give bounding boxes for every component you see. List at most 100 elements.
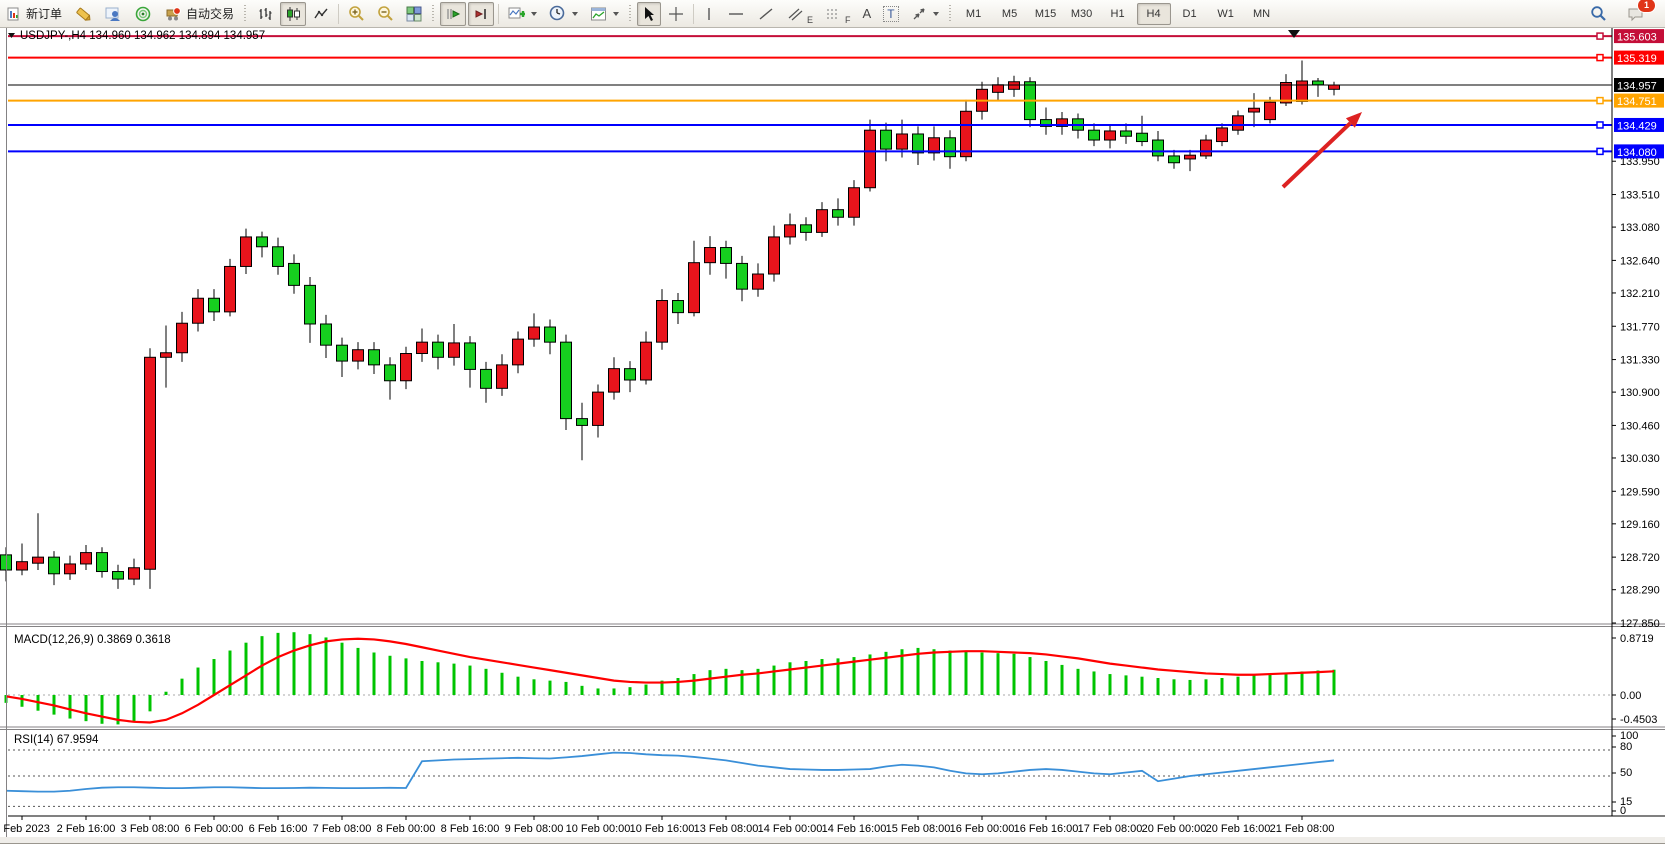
chart-title: USDJPY-,H4 134.960 134.962 134.894 134.9… bbox=[20, 30, 265, 42]
macd-pane[interactable] bbox=[8, 627, 1612, 727]
price-tick-label: 130.030 bbox=[1620, 453, 1660, 465]
candle-body bbox=[449, 343, 460, 357]
channel-button[interactable]: E bbox=[782, 2, 818, 26]
macd-axis[interactable]: 0.87190.00-0.4503 bbox=[1612, 633, 1657, 726]
price-tick-label: 127.850 bbox=[1620, 618, 1660, 630]
autotrading-button[interactable]: 自动交易 bbox=[159, 2, 239, 26]
arrows-button[interactable] bbox=[906, 2, 944, 26]
time-tick-label: 8 Feb 16:00 bbox=[441, 823, 500, 835]
timeframe-m15-button[interactable]: M15 bbox=[1029, 3, 1063, 25]
candle-body bbox=[1233, 116, 1244, 130]
search-icon bbox=[1590, 5, 1607, 22]
notifications-button[interactable]: 1 bbox=[1622, 2, 1650, 26]
tile-windows-icon bbox=[406, 6, 422, 22]
candle-body bbox=[209, 298, 220, 312]
trendline-icon bbox=[757, 6, 775, 22]
hline-anchor[interactable] bbox=[1597, 33, 1603, 39]
candle-body bbox=[257, 237, 268, 247]
candle-body bbox=[993, 85, 1004, 93]
cursor-button[interactable] bbox=[637, 2, 661, 26]
candle-body bbox=[657, 301, 668, 343]
candle-body bbox=[897, 134, 908, 149]
candle-body bbox=[913, 134, 924, 153]
candle-body bbox=[241, 237, 252, 267]
hline-anchor[interactable] bbox=[1597, 98, 1603, 104]
hline-anchor[interactable] bbox=[1597, 122, 1603, 128]
auto-scroll-button[interactable] bbox=[440, 2, 466, 26]
candle-body bbox=[1265, 102, 1276, 119]
candle-body bbox=[177, 323, 188, 353]
candle-body bbox=[1153, 140, 1164, 156]
chart-canvas[interactable]: USDJPY-,H4 134.960 134.962 134.894 134.9… bbox=[0, 27, 1665, 843]
templates-button[interactable] bbox=[585, 2, 624, 26]
price-tick-label: 132.640 bbox=[1620, 255, 1660, 267]
timeframe-d1-button[interactable]: D1 bbox=[1173, 3, 1207, 25]
time-tick-label: 13 Feb 08:00 bbox=[694, 823, 759, 835]
timeframe-h1-button[interactable]: H1 bbox=[1101, 3, 1135, 25]
candle-body bbox=[33, 557, 44, 563]
timeframe-h4-button[interactable]: H4 bbox=[1137, 3, 1171, 25]
period-icon bbox=[549, 5, 566, 22]
chart-bars-button[interactable] bbox=[252, 2, 278, 26]
timeframe-m1-button[interactable]: M1 bbox=[957, 3, 991, 25]
signals-button[interactable] bbox=[129, 2, 157, 26]
crosshair-icon bbox=[668, 6, 684, 22]
candle-body bbox=[433, 342, 444, 357]
time-tick-label: 17 Feb 08:00 bbox=[1078, 823, 1143, 835]
candle-body bbox=[337, 345, 348, 361]
zoom-in-button[interactable] bbox=[343, 2, 370, 26]
trendline-button[interactable] bbox=[752, 2, 780, 26]
channel-icon bbox=[787, 7, 803, 21]
period-button[interactable] bbox=[544, 2, 583, 26]
candle-body bbox=[129, 568, 140, 579]
rsi-pane[interactable] bbox=[8, 729, 1612, 816]
candle-body bbox=[481, 369, 492, 388]
timeframe-m30-button[interactable]: M30 bbox=[1065, 3, 1099, 25]
rsi-axis[interactable]: 1008050150 bbox=[1612, 730, 1638, 817]
horizontal-line-button[interactable] bbox=[722, 2, 750, 26]
new-order-button[interactable]: 新订单 bbox=[1, 2, 67, 26]
price-tick-label: 131.770 bbox=[1620, 321, 1660, 333]
time-axis[interactable]: 2 Feb 20232 Feb 16:003 Feb 08:006 Feb 00… bbox=[0, 816, 1334, 835]
fibonacci-letter: F bbox=[845, 15, 851, 25]
candle-body bbox=[1009, 82, 1020, 90]
chart-line-button[interactable] bbox=[308, 2, 334, 26]
candle-body bbox=[465, 343, 476, 369]
price-badge-label: 134.957 bbox=[1617, 81, 1657, 93]
zoom-out-button[interactable] bbox=[372, 2, 399, 26]
metaeditor-button[interactable] bbox=[69, 2, 97, 26]
candle-body bbox=[849, 188, 860, 218]
tile-windows-button[interactable] bbox=[401, 2, 427, 26]
candle-body bbox=[529, 327, 540, 339]
candle-body bbox=[1169, 156, 1180, 163]
candle-body bbox=[1121, 131, 1132, 136]
crosshair-button[interactable] bbox=[663, 2, 689, 26]
fibonacci-button[interactable]: F bbox=[820, 2, 856, 26]
indicators-button[interactable] bbox=[503, 2, 542, 26]
search-button[interactable] bbox=[1585, 2, 1612, 26]
templates-icon bbox=[590, 6, 607, 22]
price-badge-label: 134.080 bbox=[1617, 147, 1657, 159]
toolbar-grip bbox=[242, 4, 249, 24]
candle-body bbox=[1313, 81, 1324, 85]
hline-anchor[interactable] bbox=[1597, 55, 1603, 61]
timeframe-mn-button[interactable]: MN bbox=[1245, 3, 1279, 25]
vertical-line-button[interactable] bbox=[698, 2, 720, 26]
new-order-label: 新订单 bbox=[26, 5, 62, 22]
time-tick-label: 20 Feb 16:00 bbox=[1206, 823, 1271, 835]
main-pane[interactable] bbox=[8, 28, 1612, 624]
time-tick-label: 6 Feb 00:00 bbox=[185, 823, 244, 835]
hline-anchor[interactable] bbox=[1597, 148, 1603, 154]
price-axis[interactable]: 133.950133.510133.080132.640132.210131.7… bbox=[1612, 29, 1664, 630]
text-button[interactable]: A bbox=[858, 2, 877, 26]
label-button[interactable]: T bbox=[878, 2, 903, 26]
candle-body bbox=[81, 553, 92, 564]
profiles-button[interactable] bbox=[99, 2, 127, 26]
timeframe-w1-button[interactable]: W1 bbox=[1209, 3, 1243, 25]
chart-area[interactable]: USDJPY-,H4 134.960 134.962 134.894 134.9… bbox=[0, 27, 1665, 843]
chart-shift-button[interactable] bbox=[468, 2, 494, 26]
candle-body bbox=[769, 237, 780, 274]
price-tick-label: 130.900 bbox=[1620, 387, 1660, 399]
timeframe-m5-button[interactable]: M5 bbox=[993, 3, 1027, 25]
chart-candles-button[interactable] bbox=[280, 2, 306, 26]
